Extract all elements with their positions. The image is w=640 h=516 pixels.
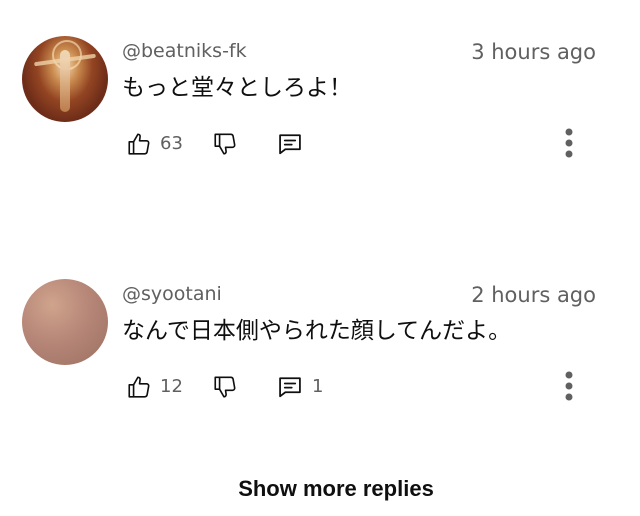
avatar[interactable] (22, 279, 108, 365)
like-count: 63 (160, 133, 183, 154)
comment-icon (276, 373, 304, 401)
dislike-button[interactable] (212, 369, 238, 405)
reply-button[interactable]: 1 (276, 369, 323, 405)
comment-text: もっと堂々としろよ！ (122, 75, 352, 101)
comment-author[interactable]: @syootani (122, 282, 222, 306)
thumbs-up-icon (126, 131, 152, 157)
like-button[interactable]: 12 (126, 369, 183, 405)
comment-actions: 63 (0, 126, 640, 166)
thumbs-down-icon (212, 131, 238, 157)
avatar[interactable] (22, 36, 108, 122)
reply-count: 1 (312, 376, 324, 397)
show-more-replies-button[interactable]: Show more replies (0, 474, 640, 504)
comment-author[interactable]: @beatniks-fk (122, 39, 247, 63)
comment-timestamp[interactable]: 3 hours ago (471, 39, 596, 65)
comment-text: なんで日本側やられた顔してんだよ。 (122, 318, 512, 344)
comment-timestamp[interactable]: 2 hours ago (471, 282, 596, 308)
more-actions-button[interactable] (558, 126, 580, 162)
avatar-figure-shape (60, 50, 70, 112)
like-button[interactable]: 63 (126, 126, 183, 162)
reply-button[interactable] (276, 126, 304, 162)
more-vertical-icon (558, 126, 580, 162)
dislike-button[interactable] (212, 126, 238, 162)
thumbs-up-icon (126, 374, 152, 400)
like-count: 12 (160, 376, 183, 397)
thumbs-down-icon (212, 374, 238, 400)
comment-icon (276, 130, 304, 158)
more-vertical-icon (558, 369, 580, 405)
comment-actions: 12 1 (0, 369, 640, 409)
more-actions-button[interactable] (558, 369, 580, 405)
